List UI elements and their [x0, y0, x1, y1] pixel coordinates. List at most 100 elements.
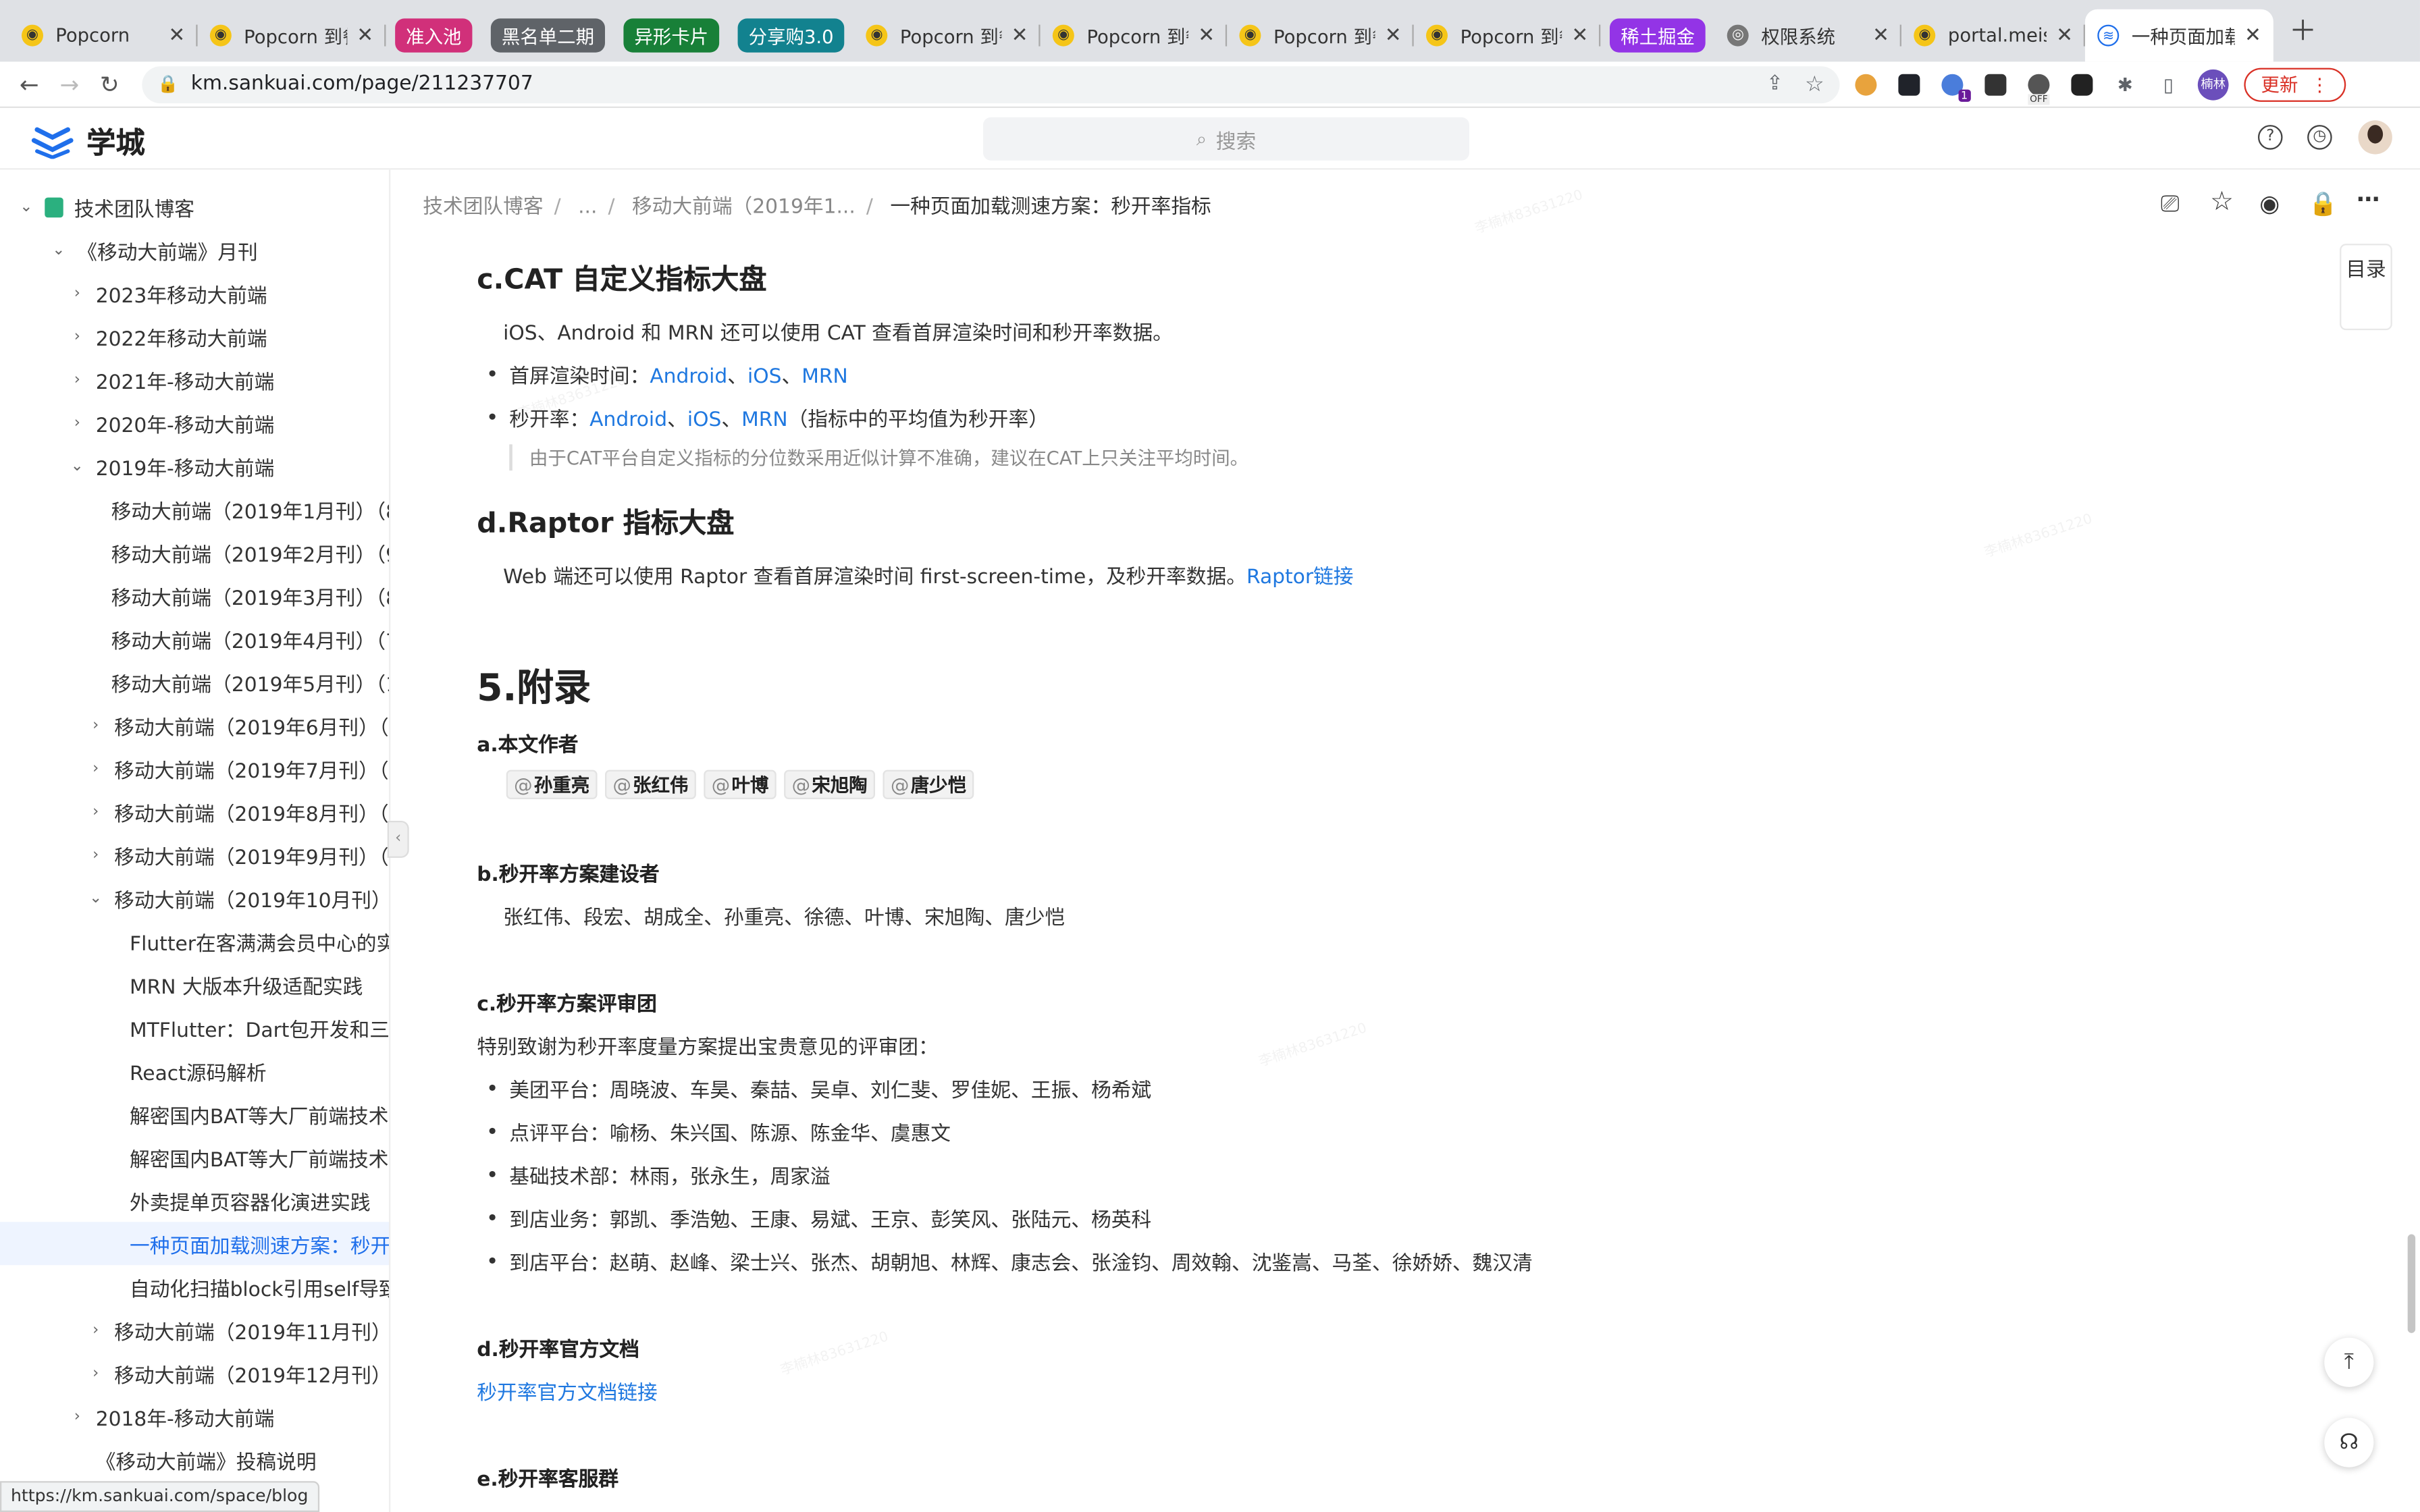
reload-icon[interactable]: ↻ [90, 70, 130, 98]
browser-tab[interactable]: ◎ 权限系统 ✕ [1715, 9, 1902, 62]
back-to-top-icon[interactable]: ⤒ [2324, 1337, 2374, 1387]
chevron-down-icon[interactable]: ⌄ [68, 458, 86, 475]
close-tab-icon[interactable]: ✕ [1571, 24, 1588, 47]
android-link[interactable]: Android [650, 366, 727, 389]
chevron-right-icon[interactable]: › [86, 1365, 105, 1382]
mrn-link[interactable]: MRN [741, 409, 788, 432]
chevron-right-icon[interactable]: › [68, 328, 86, 345]
lock-icon[interactable]: 🔒 [2309, 190, 2338, 217]
star-icon[interactable]: ☆ [2210, 187, 2234, 218]
tree-item-root[interactable]: ⌄ 技术团队博客 [0, 185, 389, 228]
close-tab-icon[interactable]: ✕ [2056, 24, 2073, 47]
tree-item[interactable]: 自动化扫描block引用self导致的 [0, 1265, 389, 1308]
tree-item[interactable]: 移动大前端（2019年2月刊）（9 [0, 531, 389, 574]
tree-item[interactable]: 解密国内BAT等大厂前端技术体 [0, 1135, 389, 1179]
chevron-right-icon[interactable]: › [86, 846, 105, 863]
tree-item[interactable]: MTFlutter：Dart包开发和三快F [0, 1006, 389, 1049]
extension-react-icon[interactable] [1892, 67, 1926, 101]
user-mention[interactable]: @ 唐少恺 [883, 770, 974, 799]
android-link[interactable]: Android [589, 409, 667, 432]
browser-tab[interactable]: ◉ Popcorn 到餐 ✕ [853, 9, 1041, 62]
history-clock-icon[interactable]: ◷ [2307, 125, 2332, 150]
tab-group-chip[interactable]: 分享购3.0 [737, 18, 845, 53]
tree-item[interactable]: React源码解析 [0, 1049, 389, 1092]
tree-item[interactable]: › 2018年-移动大前端 [0, 1395, 389, 1438]
extension-badge-icon[interactable]: 1 [1935, 67, 1971, 101]
bookmark-star-icon[interactable]: ☆ [1805, 72, 1824, 97]
app-logo[interactable]: 学城 [31, 120, 145, 162]
update-button[interactable]: 更新 ⋮ [2244, 67, 2346, 101]
tree-item[interactable]: 移动大前端（2019年3月刊）（8 [0, 574, 389, 617]
chevron-down-icon[interactable]: ⌄ [49, 242, 68, 259]
close-tab-icon[interactable]: ✕ [1385, 24, 1402, 47]
tree-item[interactable]: › 移动大前端（2019年11月刊）（ [0, 1308, 389, 1351]
side-panel-icon[interactable]: ▯ [2151, 67, 2185, 101]
tree-item[interactable]: › 移动大前端（2019年6月刊）（7 [0, 703, 389, 747]
tree-item[interactable]: ⌄ 2019年-移动大前端 [0, 444, 389, 487]
close-tab-icon[interactable]: ✕ [1011, 24, 1028, 47]
tree-item[interactable]: Flutter在客满满会员中心的实践 [0, 919, 389, 963]
browser-tab-active[interactable]: ≋ 一种页面加载 ✕ [2085, 9, 2274, 62]
tree-item[interactable]: › 移动大前端（2019年8月刊）（8 [0, 790, 389, 833]
tree-item[interactable]: 移动大前端（2019年4月刊）（7 [0, 617, 389, 660]
tree-item[interactable]: › 2023年移动大前端 [0, 271, 389, 315]
address-bar[interactable]: 🔒 km.sankuai.com/page/211237707 ⇪ ☆ [142, 65, 1840, 103]
extension-off-icon[interactable]: OFF [2022, 67, 2055, 105]
tree-item[interactable]: › 2020年-移动大前端 [0, 401, 389, 444]
breadcrumb-item[interactable]: ... [578, 196, 597, 219]
tab-group-chip[interactable]: 异形卡片 [623, 18, 720, 53]
close-tab-icon[interactable]: ✕ [1198, 24, 1215, 47]
chevron-right-icon[interactable]: › [86, 717, 105, 734]
more-icon[interactable]: ⋯ [2357, 185, 2379, 213]
browser-tab[interactable]: ◉ portal.meishi ✕ [1901, 9, 2086, 62]
profile-avatar[interactable]: 楠林 [2197, 68, 2229, 100]
share-icon[interactable]: ⇪ [1766, 72, 1783, 95]
chevron-down-icon[interactable]: ⌄ [86, 890, 105, 907]
tree-item-selected[interactable]: 一种页面加载测速方案：秒开率 [0, 1222, 389, 1266]
close-tab-icon[interactable]: ✕ [168, 24, 185, 47]
new-tab-icon[interactable]: ＋ [2289, 9, 2317, 49]
tree-item[interactable]: ⌄ 移动大前端（2019年10月刊）（ [0, 876, 389, 919]
tree-item[interactable]: › 移动大前端（2019年12月刊）（ [0, 1351, 389, 1395]
help-icon[interactable]: ? [2257, 125, 2283, 150]
tab-group-chip[interactable]: 稀土掘金 [1610, 18, 1706, 53]
tree-item[interactable]: › 2022年移动大前端 [0, 315, 389, 358]
chevron-right-icon[interactable]: › [86, 760, 105, 777]
watch-eye-icon[interactable]: ◉ [2259, 190, 2280, 217]
browser-tab[interactable]: ◉ Popcorn 到餐 ✕ [1414, 9, 1601, 62]
back-arrow-icon[interactable]: ← [9, 70, 49, 98]
tree-item[interactable]: ⌄ 《移动大前端》月刊 [0, 228, 389, 271]
ios-link[interactable]: iOS [687, 409, 722, 432]
chevron-right-icon[interactable]: › [68, 1408, 86, 1425]
present-icon[interactable]: ⎚ [2161, 190, 2179, 217]
tab-group-chip[interactable]: 黑名单二期 [490, 18, 606, 53]
tree-item[interactable]: 解密国内BAT等大厂前端技术体 [0, 1092, 389, 1135]
breadcrumb-item[interactable]: 移动大前端（2019年1... [632, 196, 856, 219]
mrn-link[interactable]: MRN [801, 366, 848, 389]
toc-toggle[interactable]: 目录 [2340, 244, 2392, 331]
global-search-input[interactable]: ⌕ 搜索 [982, 117, 1469, 161]
tree-item[interactable]: 移动大前端（2019年1月刊）（8 [0, 487, 389, 531]
close-tab-icon[interactable]: ✕ [1872, 24, 1889, 47]
tab-group-chip[interactable]: 准入池 [395, 18, 473, 53]
chevron-down-icon[interactable]: ⌄ [17, 198, 35, 215]
browser-tab[interactable]: ◉ Popcorn ✕ [9, 9, 198, 62]
user-mention[interactable]: @ 孙重亮 [506, 770, 598, 799]
user-mention[interactable]: @ 宋旭陶 [784, 770, 876, 799]
close-tab-icon[interactable]: ✕ [357, 24, 373, 47]
docs-link[interactable]: 秒开率官方文档链接 [477, 1376, 657, 1405]
extensions-puzzle-icon[interactable]: ✱ [2108, 67, 2142, 101]
forward-arrow-icon[interactable]: → [49, 70, 89, 98]
raptor-link[interactable]: Raptor链接 [1246, 566, 1354, 589]
tree-item[interactable]: 《移动大前端》投稿说明 [0, 1438, 389, 1481]
tree-item[interactable]: › 移动大前端（2019年9月刊）（9 [0, 833, 389, 876]
extension-shield-icon[interactable] [1849, 67, 1883, 101]
browser-tab[interactable]: ◉ Popcorn 到餐 ✕ [198, 9, 386, 62]
customer-service-headset-icon[interactable]: ☊ [2324, 1418, 2374, 1467]
tree-item[interactable]: › 2021年-移动大前端 [0, 358, 389, 401]
chevron-right-icon[interactable]: › [68, 285, 86, 302]
browser-tab[interactable]: ◉ Popcorn 到餐 ✕ [1227, 9, 1415, 62]
tree-item[interactable]: 外卖提单页容器化演进实践 [0, 1179, 389, 1222]
ios-link[interactable]: iOS [747, 366, 782, 389]
extension-mask-icon[interactable] [2065, 67, 2099, 101]
